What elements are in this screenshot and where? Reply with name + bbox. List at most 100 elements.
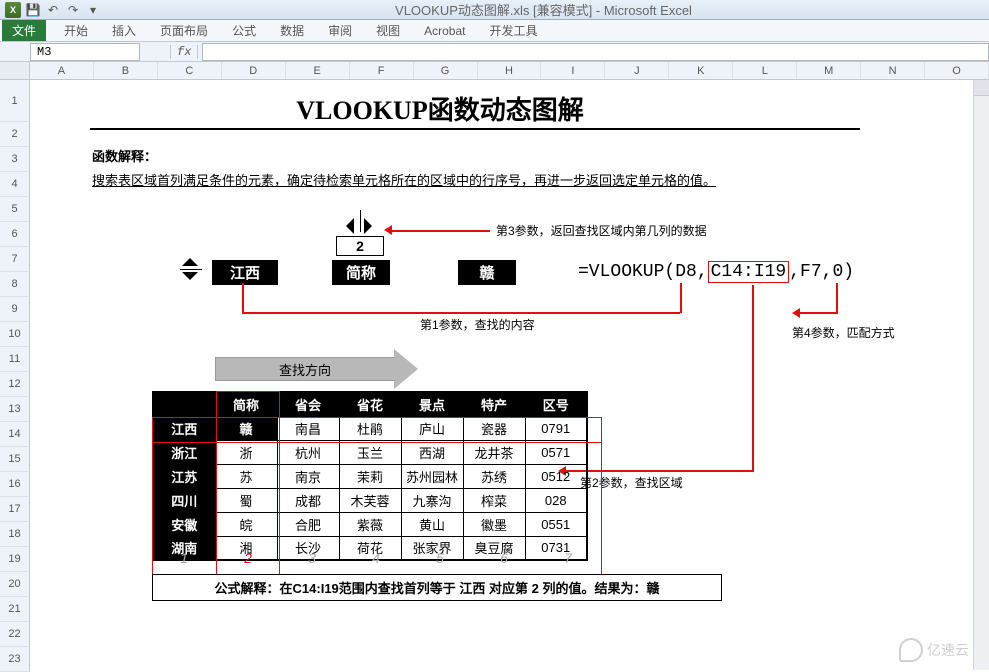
connector-param4-h bbox=[798, 312, 838, 314]
redo-icon[interactable]: ↷ bbox=[64, 1, 82, 19]
table-rowheader: 浙江 bbox=[153, 440, 215, 464]
table-cell: 庐山 bbox=[401, 416, 463, 440]
tab-insert[interactable]: 插入 bbox=[100, 20, 148, 41]
col-header[interactable]: E bbox=[286, 62, 350, 79]
connector-param1-h bbox=[242, 312, 680, 314]
title-mode: [兼容模式] bbox=[533, 3, 592, 18]
formula-range-highlight: C14:I19 bbox=[708, 261, 790, 283]
save-icon[interactable]: 💾 bbox=[24, 1, 42, 19]
row-header[interactable]: 9 bbox=[0, 297, 30, 322]
formula-input[interactable] bbox=[202, 43, 989, 61]
col-header[interactable]: A bbox=[30, 62, 94, 79]
table-cell: 徽墨 bbox=[463, 512, 525, 536]
spinner-col-left[interactable] bbox=[346, 218, 354, 234]
vertical-scrollbar[interactable] bbox=[973, 80, 989, 670]
arrow-head-icon bbox=[384, 225, 392, 235]
table-row: 江苏 苏 南京 茉莉 苏州园林 苏绣 0512 bbox=[153, 464, 587, 488]
row-header[interactable]: 22 bbox=[0, 622, 30, 647]
file-tab[interactable]: 文件 bbox=[2, 20, 46, 41]
name-box[interactable]: M3 bbox=[30, 43, 140, 61]
lookup-value-box: 江西 bbox=[212, 260, 278, 285]
col-header[interactable]: L bbox=[733, 62, 797, 79]
row-header[interactable]: 4 bbox=[0, 172, 30, 197]
col-header[interactable]: I bbox=[541, 62, 605, 79]
row-header[interactable]: 11 bbox=[0, 347, 30, 372]
tab-formulas[interactable]: 公式 bbox=[220, 20, 268, 41]
col-header[interactable]: N bbox=[861, 62, 925, 79]
spinner-col-right[interactable] bbox=[364, 218, 372, 234]
arrow-head-icon bbox=[792, 308, 800, 318]
row-header[interactable]: 20 bbox=[0, 572, 30, 597]
window-title: VLOOKUP动态图解.xls [兼容模式] - Microsoft Excel bbox=[102, 0, 985, 19]
row-header[interactable]: 8 bbox=[0, 272, 30, 297]
row-header[interactable]: 5 bbox=[0, 197, 30, 222]
table-cell: 木芙蓉 bbox=[339, 488, 401, 512]
row-header[interactable]: 17 bbox=[0, 497, 30, 522]
function-description: 搜索表区域首列满足条件的元素，确定待检索单元格所在的区域中的行序号，再进一步返回… bbox=[92, 170, 716, 189]
qat-dropdown-icon[interactable]: ▾ bbox=[84, 1, 102, 19]
excel-app-icon[interactable]: X bbox=[4, 1, 22, 19]
title-filename: VLOOKUP动态图解.xls bbox=[395, 3, 529, 18]
table-header: 简称 bbox=[215, 392, 277, 416]
table-cell: 黄山 bbox=[401, 512, 463, 536]
row-header[interactable]: 6 bbox=[0, 222, 30, 247]
row-header[interactable]: 23 bbox=[0, 647, 30, 672]
row-header[interactable]: 15 bbox=[0, 447, 30, 472]
row-header[interactable]: 14 bbox=[0, 422, 30, 447]
connector-param2-v bbox=[752, 285, 754, 471]
col-header[interactable]: G bbox=[414, 62, 478, 79]
formula-pre: =VLOOKUP(D8, bbox=[578, 262, 708, 282]
table-cell: 0791 bbox=[525, 416, 587, 440]
tab-page-layout[interactable]: 页面布局 bbox=[148, 20, 220, 41]
col-header[interactable]: J bbox=[605, 62, 669, 79]
cell-area[interactable]: VLOOKUP函数动态图解 函数解释： 搜索表区域首列满足条件的元素，确定待检索… bbox=[30, 80, 989, 670]
tab-home[interactable]: 开始 bbox=[52, 20, 100, 41]
undo-icon[interactable]: ↶ bbox=[44, 1, 62, 19]
col-index: 6 bbox=[472, 550, 536, 566]
col-header[interactable]: F bbox=[350, 62, 414, 79]
tab-review[interactable]: 审阅 bbox=[316, 20, 364, 41]
row-header[interactable]: 12 bbox=[0, 372, 30, 397]
row-header[interactable]: 2 bbox=[0, 122, 30, 147]
table-cell: 南昌 bbox=[277, 416, 339, 440]
spinner-province-up[interactable] bbox=[182, 258, 198, 266]
data-table: 简称 省会 省花 景点 特产 区号 江西 赣 南昌 杜鹃 庐山 瓷器 0791 bbox=[152, 391, 588, 561]
col-header[interactable]: H bbox=[478, 62, 542, 79]
row-header[interactable]: 21 bbox=[0, 597, 30, 622]
tab-view[interactable]: 视图 bbox=[364, 20, 412, 41]
scroll-up-button[interactable] bbox=[974, 80, 989, 96]
row-header[interactable]: 19 bbox=[0, 547, 30, 572]
select-all-button[interactable] bbox=[0, 62, 30, 79]
row-header[interactable]: 13 bbox=[0, 397, 30, 422]
row-header[interactable]: 3 bbox=[0, 147, 30, 172]
tab-data[interactable]: 数据 bbox=[268, 20, 316, 41]
table-cell: 西湖 bbox=[401, 440, 463, 464]
worksheet-grid: A B C D E F G H I J K L M N O 1 2 3 4 5 … bbox=[0, 62, 989, 670]
col-header[interactable]: D bbox=[222, 62, 286, 79]
table-cell: 合肥 bbox=[277, 512, 339, 536]
table-cell: 苏绣 bbox=[463, 464, 525, 488]
note-param4: 第4参数，匹配方式 bbox=[792, 324, 895, 341]
table-cell: 赣 bbox=[215, 416, 277, 440]
col-header[interactable]: B bbox=[94, 62, 158, 79]
col-index-box: 2 bbox=[336, 236, 384, 256]
row-header[interactable]: 1 bbox=[0, 80, 30, 122]
spinner-province-down[interactable] bbox=[182, 272, 198, 280]
row-header[interactable]: 7 bbox=[0, 247, 30, 272]
watermark: 亿速云 bbox=[899, 638, 969, 662]
fx-icon[interactable]: fx bbox=[170, 45, 198, 59]
tab-acrobat[interactable]: Acrobat bbox=[412, 20, 477, 41]
col-header[interactable]: M bbox=[797, 62, 861, 79]
col-header[interactable]: K bbox=[669, 62, 733, 79]
table-cell: 苏 bbox=[215, 464, 277, 488]
row-header[interactable]: 16 bbox=[0, 472, 30, 497]
table-cell: 九寨沟 bbox=[401, 488, 463, 512]
tab-developer[interactable]: 开发工具 bbox=[477, 20, 549, 41]
row-header[interactable]: 18 bbox=[0, 522, 30, 547]
table-cell: 蜀 bbox=[215, 488, 277, 512]
col-header[interactable]: O bbox=[925, 62, 989, 79]
column-index-row: 1 2 3 4 5 6 7 bbox=[152, 550, 600, 566]
row-header[interactable]: 10 bbox=[0, 322, 30, 347]
abbr-label-box: 简称 bbox=[332, 260, 390, 285]
col-header[interactable]: C bbox=[158, 62, 222, 79]
